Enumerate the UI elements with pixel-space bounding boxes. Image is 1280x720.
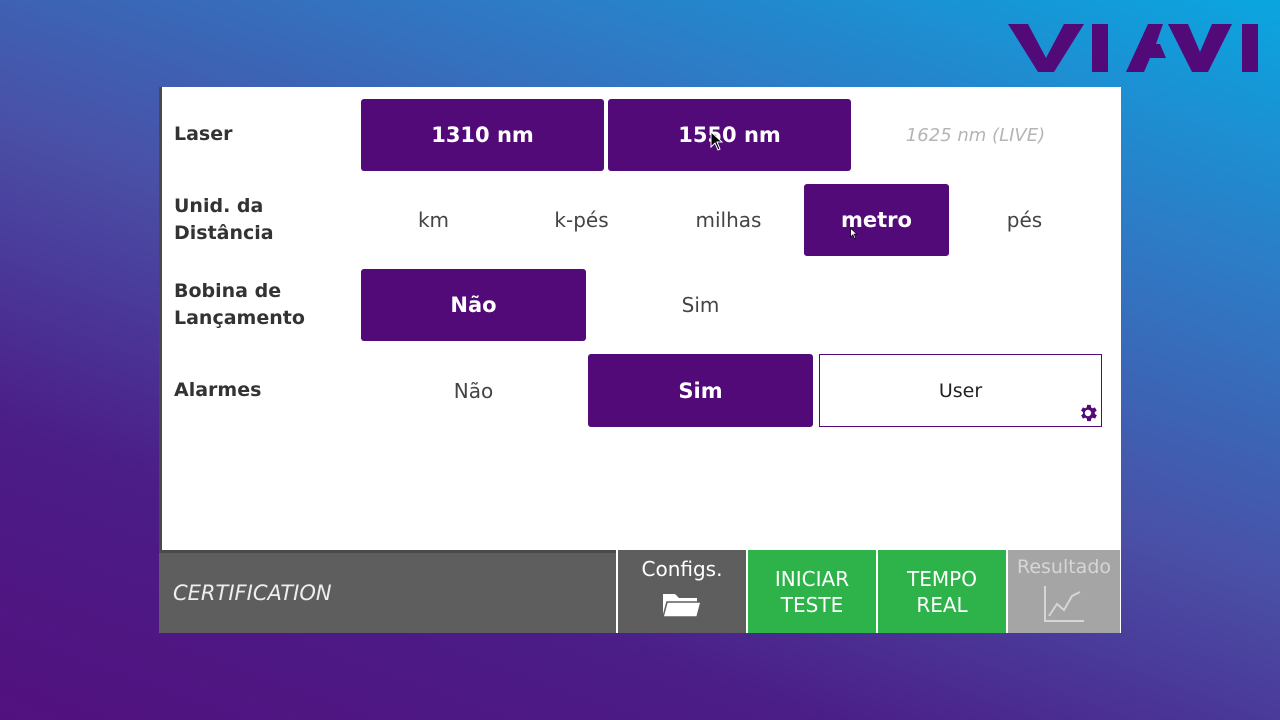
- viavi-logo: [1008, 24, 1258, 72]
- alarms-user-label: User: [938, 379, 983, 402]
- real-time-line1: TEMPO: [907, 566, 977, 591]
- gear-icon[interactable]: [1077, 402, 1099, 424]
- unit-feet-button[interactable]: pés: [952, 184, 1097, 256]
- laser-1550-button[interactable]: 1550 nm: [608, 99, 851, 171]
- laser-1310-button[interactable]: 1310 nm: [361, 99, 604, 171]
- laser-label: Laser: [174, 123, 233, 145]
- launch-yes-button[interactable]: Sim: [588, 269, 813, 341]
- real-time-line2: REAL: [916, 592, 968, 617]
- folder-icon: [662, 594, 702, 618]
- alarms-yes-button[interactable]: Sim: [588, 354, 813, 427]
- unit-kfeet-button[interactable]: k-pés: [509, 184, 654, 256]
- alarms-user-button[interactable]: User: [819, 354, 1102, 427]
- distance-unit-label: Unid. da Distância: [174, 193, 274, 247]
- mouse-cursor-small-icon: [850, 228, 858, 239]
- results-label: Resultado: [1016, 556, 1112, 578]
- distance-unit-label-line1: Unid. da: [174, 195, 264, 217]
- bottom-toolbar: CERTIFICATION Configs. INICIAR TESTE TEM…: [159, 550, 1121, 633]
- alarms-label: Alarmes: [174, 379, 262, 401]
- laser-1625-live-button[interactable]: 1625 nm (LIVE): [854, 99, 1097, 171]
- real-time-button[interactable]: TEMPO REAL: [876, 550, 1006, 633]
- start-test-line1: INICIAR: [774, 566, 850, 591]
- launch-cable-label-line2: Lançamento: [174, 307, 305, 329]
- chart-icon: [1044, 586, 1084, 622]
- mouse-cursor-icon: [710, 131, 724, 151]
- launch-cable-label-line1: Bobina de: [174, 280, 282, 302]
- unit-meter-button[interactable]: metro: [804, 184, 949, 256]
- configs-button[interactable]: Configs.: [616, 550, 746, 633]
- unit-km-button[interactable]: km: [361, 184, 506, 256]
- distance-unit-label-line2: Distância: [174, 222, 274, 244]
- unit-miles-button[interactable]: milhas: [656, 184, 801, 256]
- launch-no-button[interactable]: Não: [361, 269, 586, 341]
- start-test-line2: TESTE: [780, 592, 844, 617]
- results-button[interactable]: Resultado: [1006, 550, 1120, 633]
- alarms-no-button[interactable]: Não: [361, 354, 586, 427]
- start-test-button[interactable]: INICIAR TESTE: [746, 550, 876, 633]
- settings-panel: Laser 1310 nm 1550 nm 1625 nm (LIVE) Uni…: [159, 87, 1121, 633]
- launch-cable-label: Bobina de Lançamento: [174, 278, 305, 332]
- mode-title: CERTIFICATION: [159, 550, 616, 633]
- configs-label: Configs.: [641, 557, 723, 581]
